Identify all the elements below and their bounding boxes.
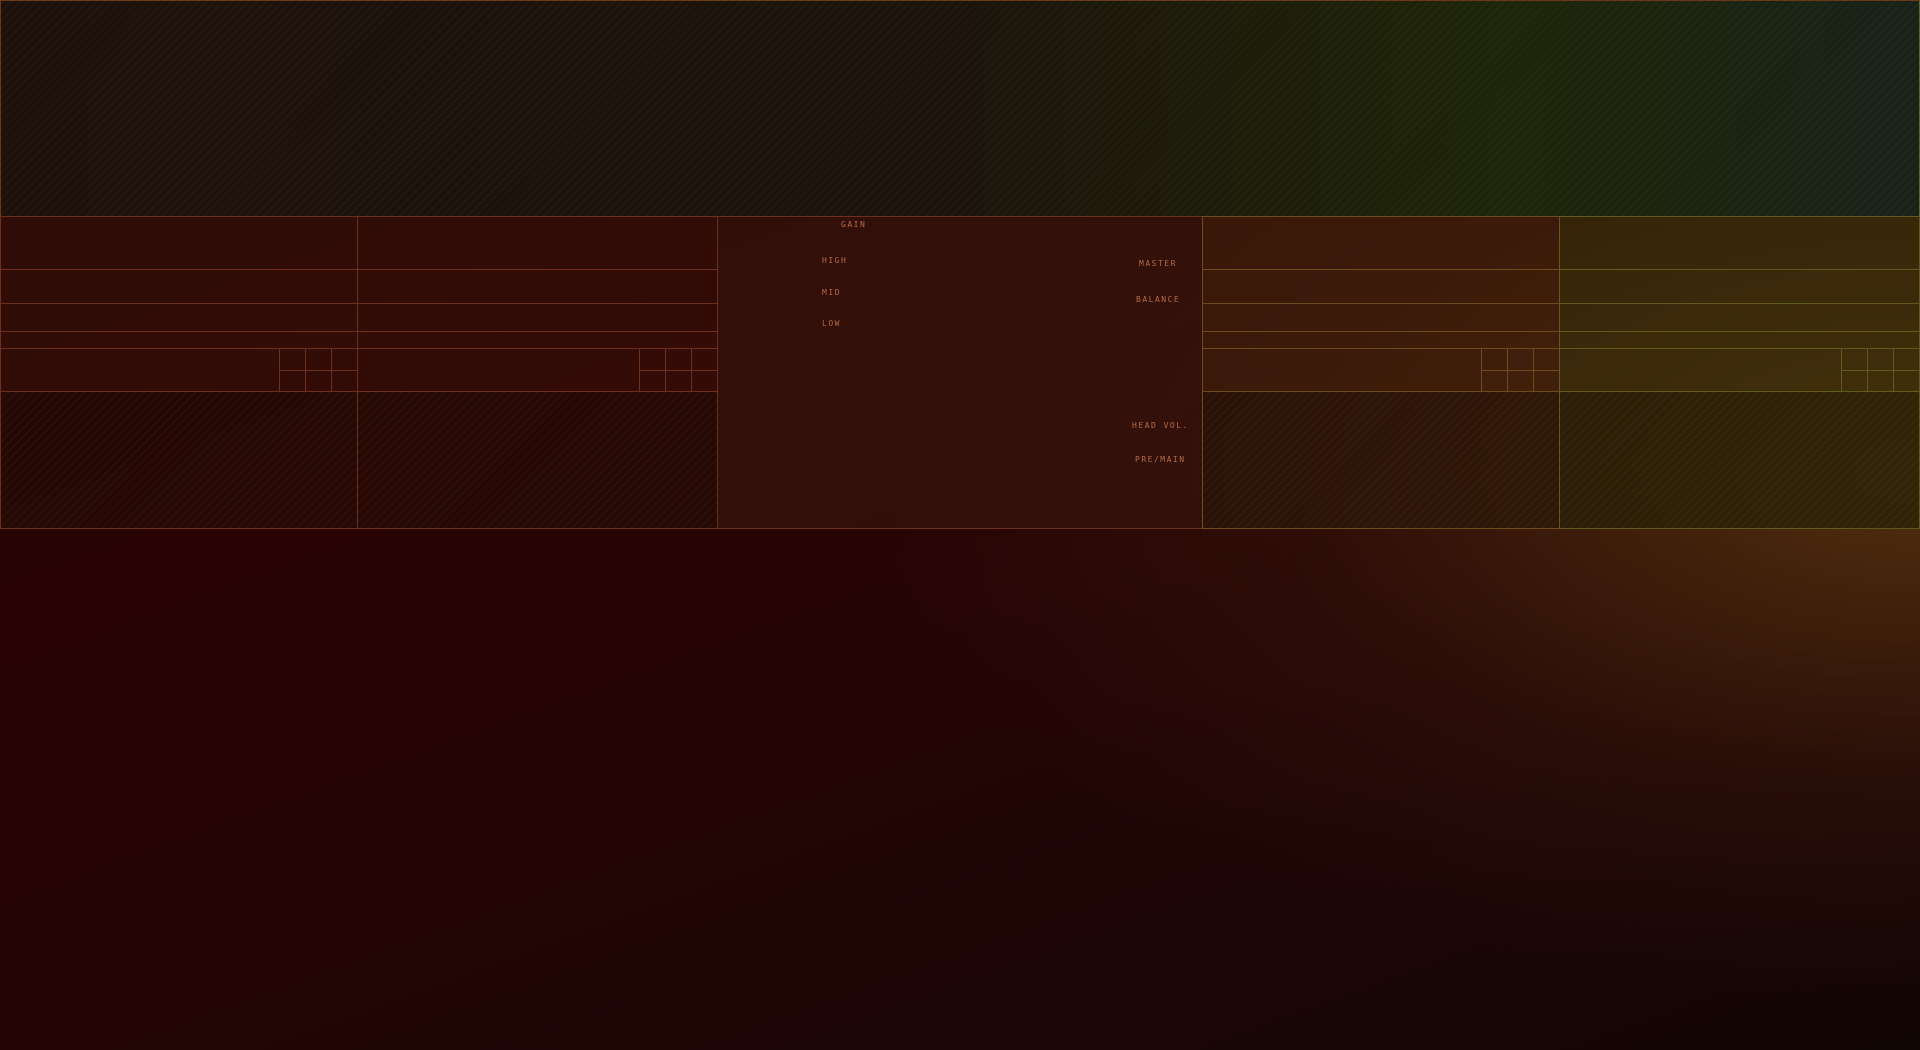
deck-3-hotcue-pad[interactable] (1481, 370, 1507, 392)
deck-4-hotcue-pad[interactable] (1893, 370, 1919, 392)
deck-2-hotcue-pad[interactable] (639, 370, 665, 392)
deck-2-hotcue-pad[interactable] (665, 349, 691, 371)
mixer-strip: GAIN HIGH MID LOW MASTER BALANCE HEAD VO… (0, 216, 1920, 529)
deck-3-tempo-row[interactable] (1203, 304, 1559, 332)
deck-3-pitch-row[interactable] (1203, 332, 1559, 349)
deck-3-hotcue-pad[interactable] (1507, 349, 1533, 371)
library-area[interactable] (0, 530, 1920, 1050)
eq-mid-label: MID (822, 288, 841, 297)
eq-high-label: HIGH (822, 256, 848, 265)
deck-3-track-info[interactable] (1203, 217, 1559, 270)
deck-3 (1202, 216, 1560, 529)
deck-3-hotcue-pad[interactable] (1507, 370, 1533, 392)
deck-3-hotcue-pads (1481, 349, 1559, 392)
center-mixer: GAIN HIGH MID LOW MASTER BALANCE HEAD VO… (717, 216, 1203, 529)
deck-3-hotcue-pad[interactable] (1481, 349, 1507, 371)
deck-3-hotcue-pad[interactable] (1533, 370, 1559, 392)
deck-1-hotcue-pad[interactable] (331, 370, 357, 392)
deck-1-hotcue-pad[interactable] (305, 349, 331, 371)
deck-2-hotcue-pads (639, 349, 717, 392)
waveform-overview[interactable] (0, 0, 1920, 217)
deck-4-hotcue-pads (1841, 349, 1919, 392)
deck-2-pitch-row[interactable] (358, 332, 717, 349)
deck-1-hotcue-pad[interactable] (279, 349, 305, 371)
deck-4-hotcue-pad[interactable] (1867, 370, 1893, 392)
deck-4-pitch-row[interactable] (1560, 332, 1919, 349)
deck-1-transport-row[interactable] (1, 270, 357, 304)
deck-1 (0, 216, 358, 529)
deck-4-hotcue-pad[interactable] (1867, 349, 1893, 371)
deck-1-hotcue-pad[interactable] (305, 370, 331, 392)
deck-4-hotcue-pad[interactable] (1841, 370, 1867, 392)
pre-main-label: PRE/MAIN (1135, 455, 1186, 464)
deck-4-hotcue-pad[interactable] (1893, 349, 1919, 371)
deck-2-hotcue-pad[interactable] (639, 349, 665, 371)
deck-2 (357, 216, 718, 529)
deck-1-pitch-row[interactable] (1, 332, 357, 349)
deck-3-transport-row[interactable] (1203, 270, 1559, 304)
deck-4-waveform[interactable] (1560, 392, 1919, 528)
deck-1-tempo-row[interactable] (1, 304, 357, 332)
deck-2-hotcue-pad[interactable] (691, 349, 717, 371)
deck-2-hotcue-pad[interactable] (665, 370, 691, 392)
deck-2-transport-row[interactable] (358, 270, 717, 304)
deck-3-hotcue-pad[interactable] (1533, 349, 1559, 371)
deck-4-tempo-row[interactable] (1560, 304, 1919, 332)
deck-1-hotcue-pad[interactable] (331, 349, 357, 371)
balance-label: BALANCE (1136, 295, 1181, 304)
deck-2-hotcue-pad[interactable] (691, 370, 717, 392)
eq-low-label: LOW (822, 319, 841, 328)
deck-4-transport-row[interactable] (1560, 270, 1919, 304)
deck-4-hotcue-pad[interactable] (1841, 349, 1867, 371)
deck-4-track-info[interactable] (1560, 217, 1919, 270)
deck-1-track-info[interactable] (1, 217, 357, 270)
deck-3-waveform[interactable] (1203, 392, 1559, 528)
deck-2-waveform[interactable] (358, 392, 717, 528)
deck-2-track-info[interactable] (358, 217, 717, 270)
deck-1-hotcue-pad[interactable] (279, 370, 305, 392)
deck-4 (1559, 216, 1920, 529)
deck-1-hotcue-pads (279, 349, 357, 392)
deck-2-tempo-row[interactable] (358, 304, 717, 332)
master-label: MASTER (1139, 259, 1177, 268)
gain-label: GAIN (841, 220, 867, 229)
deck-1-waveform[interactable] (1, 392, 357, 528)
head-vol-label: HEAD VOL. (1132, 421, 1189, 430)
